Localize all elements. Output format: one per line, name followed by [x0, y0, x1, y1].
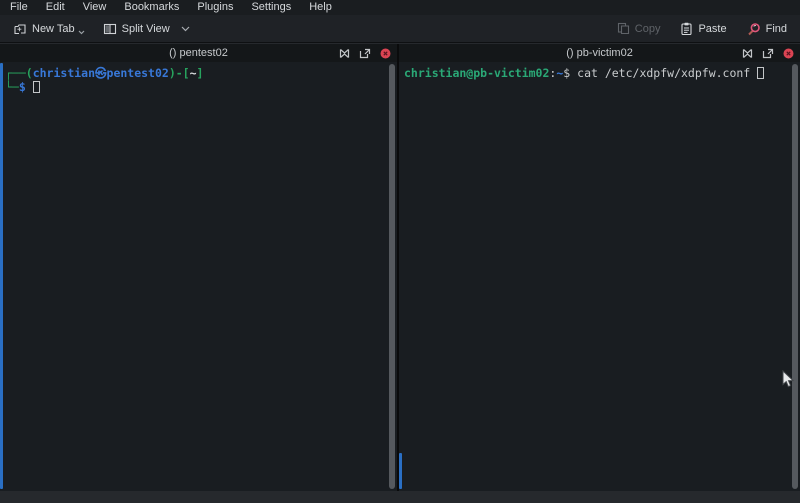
- split-view-chevron-icon: [181, 26, 190, 32]
- maximize-pane-icon[interactable]: [339, 48, 350, 59]
- prompt-user-host: christian@pb-victim02: [404, 66, 549, 80]
- prompt-frame-close: ]: [197, 66, 204, 80]
- terminal-pb-victim02[interactable]: christian@pb-victim02:~$ cat /etc/xdpfw/…: [399, 62, 800, 491]
- scrollbar-thumb-right[interactable]: [792, 64, 798, 489]
- prompt-path: ~: [190, 66, 197, 80]
- terminal-pentest02[interactable]: ┌──(christian㉿pentest02)-[~] └─$: [0, 62, 397, 491]
- maximize-pane-icon[interactable]: [742, 48, 753, 59]
- copy-label: Copy: [635, 23, 661, 35]
- menu-settings[interactable]: Settings: [242, 0, 300, 15]
- menu-bar: File Edit View Bookmarks Plugins Setting…: [0, 0, 800, 15]
- pane-header-pentest02[interactable]: () pentest02: [0, 44, 397, 62]
- new-tab-label: New Tab: [32, 23, 75, 35]
- scrollbar-thumb-left[interactable]: [389, 64, 395, 489]
- main-toolbar: New Tab Split View Copy: [0, 15, 800, 43]
- pane-header-buttons: [339, 44, 391, 62]
- split-view-container: () pentest02: [0, 44, 800, 491]
- paste-icon: [680, 22, 693, 35]
- pane-title-pb-victim02: () pb-victim02: [399, 44, 800, 62]
- pane-header-buttons: [742, 44, 794, 62]
- prompt-frame-open: ┌──(: [5, 66, 33, 80]
- menu-view[interactable]: View: [74, 0, 116, 15]
- prompt-frame-mid: )-[: [169, 66, 190, 80]
- menu-file[interactable]: File: [1, 0, 37, 15]
- mouse-pointer-icon: [782, 370, 795, 394]
- copy-button[interactable]: Copy: [612, 18, 666, 39]
- command-text: cat /etc/xdpfw/xdpfw.conf: [577, 66, 757, 80]
- menu-bookmarks[interactable]: Bookmarks: [115, 0, 188, 15]
- split-view-icon: [103, 22, 117, 36]
- find-button[interactable]: Find: [742, 18, 792, 40]
- new-tab-icon: [13, 22, 27, 36]
- copy-icon: [617, 22, 630, 35]
- terminal-cursor: [757, 67, 764, 79]
- prompt-dollar: $: [19, 80, 33, 94]
- split-view-label: Split View: [122, 23, 170, 35]
- find-label: Find: [766, 23, 787, 35]
- close-pane-button[interactable]: [380, 48, 391, 59]
- scrollbar-track-right[interactable]: [790, 62, 800, 491]
- new-output-indicator-right: [399, 453, 402, 489]
- terminal-pane-pentest02: () pentest02: [0, 44, 397, 491]
- detach-pane-icon[interactable]: [359, 48, 371, 59]
- detach-pane-icon[interactable]: [762, 48, 774, 59]
- pane-title-pentest02: () pentest02: [0, 44, 397, 62]
- new-tab-button[interactable]: New Tab: [8, 18, 90, 40]
- prompt-dollar: $: [563, 66, 577, 80]
- split-view-button[interactable]: Split View: [98, 18, 195, 40]
- paste-button[interactable]: Paste: [675, 18, 731, 39]
- menu-edit[interactable]: Edit: [37, 0, 74, 15]
- menu-help[interactable]: Help: [300, 0, 341, 15]
- new-tab-dropdown-chevron-icon: [78, 30, 85, 35]
- terminal-content-pb-victim02: christian@pb-victim02:~$ cat /etc/xdpfw/…: [399, 62, 790, 491]
- new-output-indicator-left: [0, 63, 3, 489]
- find-icon: [747, 22, 761, 36]
- terminal-cursor: [33, 81, 40, 93]
- terminal-content-pentest02: ┌──(christian㉿pentest02)-[~] └─$: [0, 62, 387, 491]
- prompt-frame-bottom: └─: [5, 80, 19, 94]
- close-pane-button[interactable]: [783, 48, 794, 59]
- scrollbar-track-left[interactable]: [387, 62, 397, 491]
- paste-label: Paste: [698, 23, 726, 35]
- menu-plugins[interactable]: Plugins: [188, 0, 242, 15]
- terminal-pane-pb-victim02: () pb-victim02: [399, 44, 800, 491]
- prompt-user-host: christian㉿pentest02: [33, 66, 169, 80]
- pane-header-pb-victim02[interactable]: () pb-victim02: [399, 44, 800, 62]
